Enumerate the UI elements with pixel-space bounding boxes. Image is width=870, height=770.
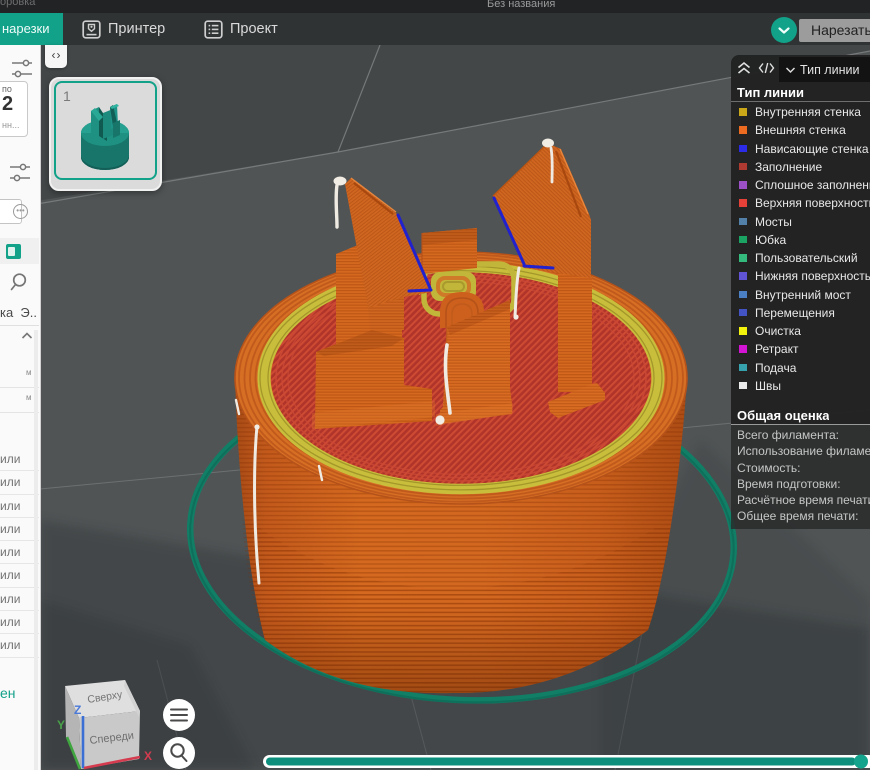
svg-text:Y: Y bbox=[57, 718, 65, 732]
svg-text:Z: Z bbox=[74, 703, 81, 717]
svg-text:X: X bbox=[144, 749, 152, 763]
